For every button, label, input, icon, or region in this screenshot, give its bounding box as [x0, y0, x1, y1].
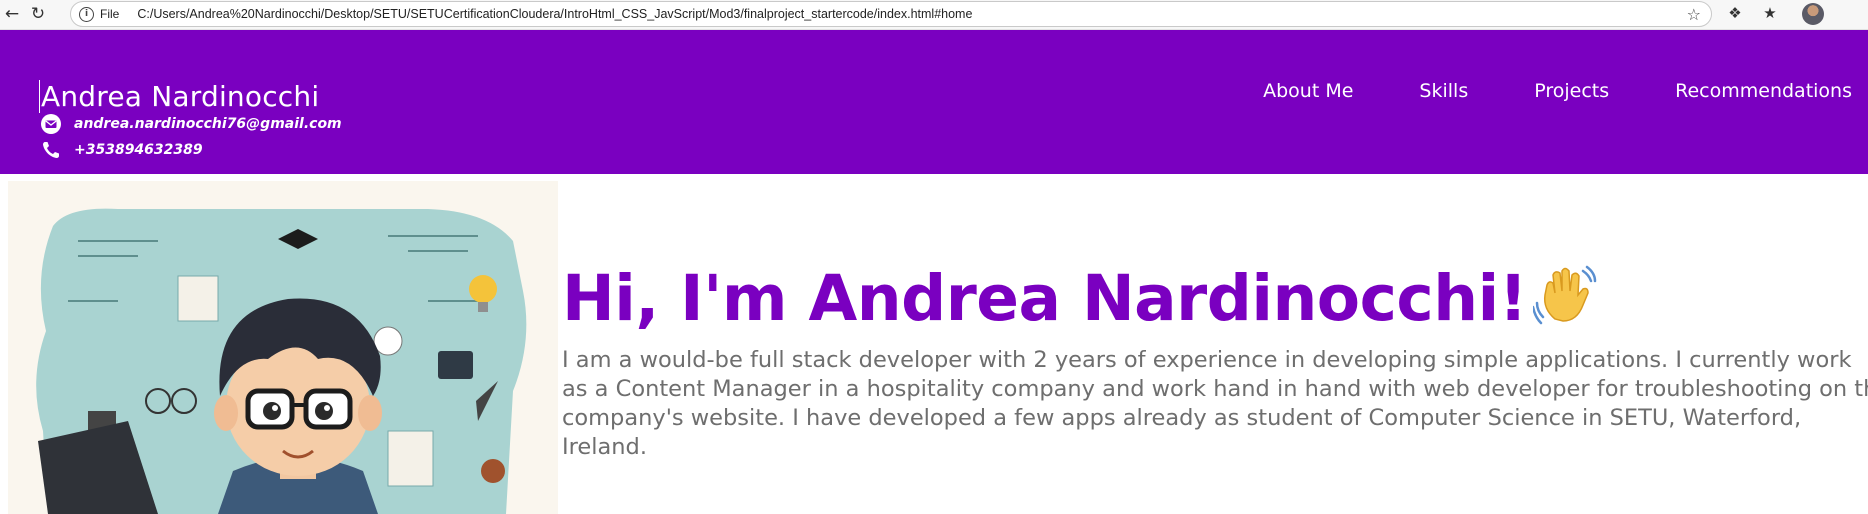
phone-text[interactable]: +353894632389 — [74, 142, 203, 158]
hero-description-line: Ireland. — [562, 434, 647, 460]
info-icon[interactable]: i — [79, 6, 94, 22]
file-label: File — [100, 7, 120, 21]
hero-description-line: I am a would-be full stack developer wit… — [562, 347, 1852, 373]
hero-description-line: company's website. I have developed a fe… — [562, 405, 1802, 431]
reload-icon[interactable]: ↻ — [26, 2, 50, 26]
url-text[interactable]: C:/Users/Andrea%20Nardinocchi/Desktop/SE… — [137, 7, 972, 21]
email-icon — [40, 114, 62, 134]
hero-illustration — [8, 181, 558, 514]
address-bar[interactable]: i File C:/Users/Andrea%20Nardinocchi/Des… — [70, 1, 1712, 27]
hero-description-line: as a Content Manager in a hospitality co… — [562, 376, 1868, 402]
site-header: Andrea Nardinocchi andrea.nardinocchi76@… — [0, 30, 1868, 174]
phone-contact: +353894632389 — [40, 140, 203, 160]
hero-title-text: Hi, I'm Andrea Nardinocchi! — [562, 262, 1527, 335]
email-text[interactable]: andrea.nardinocchi76@gmail.com — [74, 116, 342, 132]
back-icon[interactable]: ← — [0, 2, 24, 26]
site-name: Andrea Nardinocchi — [39, 80, 320, 113]
nav-recommendations[interactable]: Recommendations — [1659, 80, 1868, 102]
profile-avatar[interactable] — [1802, 3, 1824, 25]
waving-hand-icon — [1531, 263, 1597, 342]
nav-about-me[interactable]: About Me — [1247, 80, 1369, 102]
main-nav: About Me Skills Projects Recommendations — [1247, 80, 1868, 102]
nav-projects[interactable]: Projects — [1518, 80, 1625, 102]
nav-skills[interactable]: Skills — [1403, 80, 1484, 102]
favorite-star-icon[interactable]: ☆ — [1687, 5, 1701, 24]
favorites-icon[interactable]: ★ — [1760, 3, 1780, 23]
email-contact: andrea.nardinocchi76@gmail.com — [40, 114, 342, 134]
browser-toolbar: ← ↻ i File C:/Users/Andrea%20Nardinocchi… — [0, 0, 1868, 30]
hero-description: I am a would-be full stack developer wit… — [562, 346, 1868, 462]
phone-icon — [40, 140, 62, 160]
extensions-icon[interactable]: ❖ — [1725, 3, 1745, 23]
hero-title: Hi, I'm Andrea Nardinocchi! — [562, 262, 1597, 342]
